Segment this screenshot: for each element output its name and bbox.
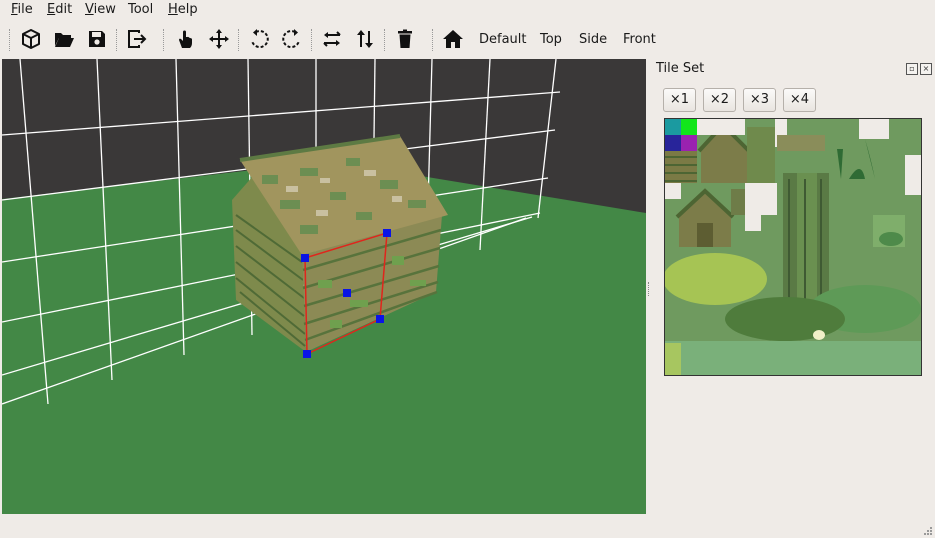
- float-panel-button[interactable]: ▫: [906, 63, 918, 75]
- toolbar-separator: [384, 29, 386, 51]
- delete-button[interactable]: [390, 24, 420, 54]
- flip-vertical-icon: [357, 30, 373, 48]
- rotate-ccw-button[interactable]: [244, 24, 274, 54]
- toolbar-separator: [238, 29, 240, 51]
- home-icon: [443, 30, 463, 48]
- home-view-button[interactable]: [438, 24, 468, 54]
- hand-tool-button[interactable]: [171, 24, 201, 54]
- export-icon: [128, 30, 147, 48]
- status-bar: [0, 514, 935, 538]
- menu-tool[interactable]: Tool: [128, 2, 153, 17]
- tileset-image[interactable]: [664, 118, 922, 376]
- rotate-cw-icon: [282, 29, 300, 48]
- hand-icon: [179, 30, 192, 48]
- zoom-x1-button[interactable]: ×1: [663, 88, 696, 112]
- open-button[interactable]: [49, 24, 79, 54]
- view-top-button[interactable]: Top: [540, 32, 562, 47]
- menu-help-mnemonic: H: [168, 2, 178, 17]
- menu-view-mnemonic: V: [85, 2, 94, 17]
- menu-edit-mnemonic: E: [47, 2, 56, 17]
- close-panel-button[interactable]: ×: [920, 63, 932, 75]
- view-default-button[interactable]: Default: [479, 32, 527, 47]
- save-button[interactable]: [82, 24, 112, 54]
- toolbar-separator: [432, 29, 434, 51]
- move-tool-button[interactable]: [204, 24, 234, 54]
- 3d-viewport[interactable]: [2, 59, 646, 514]
- menu-file-label: ile: [17, 2, 33, 17]
- handle-top-right[interactable]: [383, 229, 391, 237]
- menu-help-label: elp: [177, 2, 198, 17]
- panel-splitter[interactable]: [648, 282, 651, 296]
- handle-center[interactable]: [343, 289, 351, 297]
- handle-bottom-left[interactable]: [303, 350, 311, 358]
- menu-help[interactable]: Help: [168, 2, 198, 17]
- scene-canvas[interactable]: [2, 59, 646, 514]
- toolbar-separator: [311, 29, 313, 51]
- menu-bar: File Edit View Tool Help: [0, 0, 935, 20]
- tileset-artwork: [665, 119, 921, 375]
- flip-horizontal-icon: [323, 31, 341, 47]
- handle-bottom-right[interactable]: [376, 315, 384, 323]
- delete-icon: [398, 29, 412, 48]
- flip-horizontal-button[interactable]: [317, 24, 347, 54]
- export-button[interactable]: [122, 24, 152, 54]
- toolbar-separator: [116, 29, 118, 51]
- view-side-button[interactable]: Side: [579, 32, 607, 47]
- handle-top-left[interactable]: [301, 254, 309, 262]
- menu-edit[interactable]: Edit: [47, 2, 72, 17]
- zoom-x2-button[interactable]: ×2: [703, 88, 736, 112]
- rotate-cw-button[interactable]: [277, 24, 307, 54]
- open-folder-icon: [55, 33, 74, 47]
- menu-edit-label: dit: [55, 2, 73, 17]
- view-front-button[interactable]: Front: [623, 32, 656, 47]
- menu-tool-label: Tool: [128, 2, 154, 17]
- new-mesh-button[interactable]: [16, 24, 46, 54]
- zoom-x3-button[interactable]: ×3: [743, 88, 776, 112]
- tileset-panel-title: Tile Set: [656, 61, 705, 76]
- zoom-x4-button[interactable]: ×4: [783, 88, 816, 112]
- menu-view-label: iew: [93, 2, 116, 17]
- new-mesh-icon: [22, 29, 40, 49]
- move-icon: [209, 29, 229, 49]
- flip-vertical-button[interactable]: [350, 24, 380, 54]
- menu-file[interactable]: File: [11, 2, 33, 17]
- resize-grip-icon[interactable]: [924, 527, 932, 535]
- toolbar-separator: [163, 29, 165, 51]
- toolbar: Default Top Side Front: [0, 21, 935, 58]
- rotate-ccw-icon: [251, 29, 269, 48]
- menu-view[interactable]: View: [85, 2, 116, 17]
- toolbar-grip: [9, 29, 11, 51]
- save-icon: [89, 31, 105, 47]
